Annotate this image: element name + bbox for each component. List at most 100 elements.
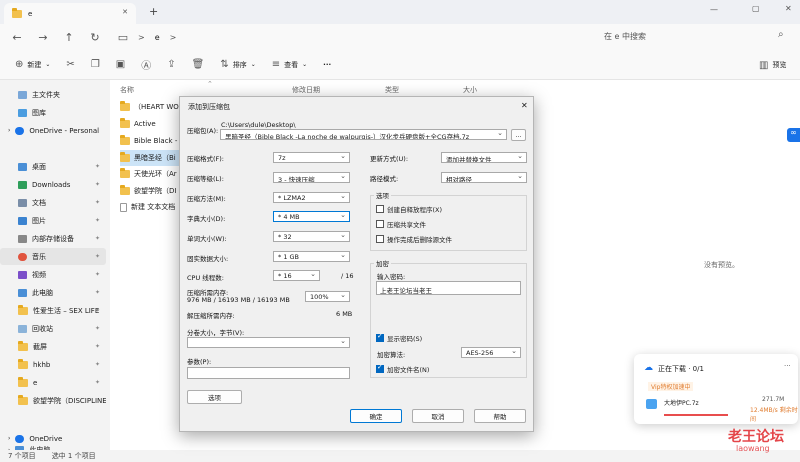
breadcrumb-e[interactable]: e — [155, 33, 160, 42]
view-button[interactable]: ≡ 查看 ⌄ — [265, 54, 314, 76]
encryption-method-select[interactable]: AES-256 — [461, 347, 521, 358]
checkbox-checked[interactable] — [376, 363, 384, 373]
sidebar-item-onedrive-personal[interactable]: › OneDrive - Personal — [0, 122, 106, 139]
pin-icon[interactable]: ✦ — [95, 343, 100, 350]
sort-button[interactable]: ⇅ 排序 ⌄ — [213, 54, 262, 76]
sidebar-item-recycle-bin[interactable]: 回收站 ✦ — [0, 320, 106, 337]
minimize-button[interactable]: — — [710, 5, 718, 14]
sidebar-item-desktop[interactable]: 桌面 ✦ — [0, 158, 106, 175]
sidebar-item-this-pc[interactable]: 此电脑 ✦ — [0, 284, 106, 301]
plus-icon: ⊕ — [15, 59, 24, 70]
chevron-right-icon[interactable]: › — [8, 435, 10, 442]
pin-icon[interactable]: ✦ — [95, 253, 100, 260]
delete-button[interactable]: 🗑 — [185, 54, 212, 76]
pin-icon[interactable]: ✦ — [95, 307, 100, 314]
column-header-type[interactable]: 类型 — [385, 85, 399, 95]
link-icon[interactable]: ∞ — [787, 128, 800, 142]
paste-button[interactable]: ▣ — [109, 54, 132, 76]
checkbox-checked[interactable] — [376, 332, 384, 342]
preview-button[interactable]: ▥ 预览 — [752, 54, 793, 76]
archive-name-field[interactable]: 黑暗圣经（Bible Black -La noche de walpurgis-… — [220, 129, 507, 140]
format-select[interactable]: 7z — [273, 152, 350, 163]
sfx-checkbox[interactable]: 创建自释放程序(X) — [376, 204, 442, 214]
checkbox-box[interactable] — [376, 235, 384, 243]
column-header-modified[interactable]: 修改日期 — [292, 85, 320, 95]
forward-arrow-icon[interactable]: → — [30, 31, 56, 44]
folder-icon — [120, 152, 130, 162]
close-window-button[interactable]: ✕ — [785, 4, 792, 13]
sidebar-item-downloads[interactable]: Downloads ✦ — [0, 176, 106, 193]
pin-icon[interactable]: ✦ — [95, 199, 100, 206]
share-button[interactable]: ⇪ — [160, 54, 182, 76]
shared-files-checkbox[interactable]: 压缩共享文件 — [376, 219, 426, 229]
maximize-button[interactable]: ▢ — [752, 4, 760, 13]
monitor-icon[interactable]: ▭ — [110, 31, 136, 44]
solid-size-select[interactable]: * 1 GB — [273, 251, 350, 262]
update-mode-select[interactable]: 添加并替换文件 — [441, 152, 527, 163]
column-header-size[interactable]: 大小 — [463, 85, 477, 95]
pin-icon[interactable]: ✦ — [95, 163, 100, 170]
path-mode-select[interactable]: 相对路径 — [441, 172, 527, 183]
more-icon[interactable]: ··· — [784, 362, 791, 370]
checkbox-box[interactable] — [376, 205, 384, 213]
decompress-memory-value: 6 MB — [336, 310, 353, 318]
breadcrumb-separator[interactable]: > — [170, 33, 177, 42]
sidebar-item-home[interactable]: 主文件夹 — [0, 86, 106, 103]
pin-icon[interactable]: ✦ — [95, 361, 100, 368]
word-size-select[interactable]: * 32 — [273, 231, 350, 242]
sidebar-item-internal-storage[interactable]: 内部存储设备 ✦ — [0, 230, 106, 247]
delete-after-checkbox[interactable]: 操作完成后删除源文件 — [376, 234, 452, 244]
parameters-input[interactable] — [187, 367, 350, 379]
tab-e[interactable]: e ✕ — [4, 3, 136, 24]
help-button[interactable]: 帮助 — [474, 409, 526, 423]
sidebar-item-hkhb[interactable]: hkhb ✦ — [0, 356, 106, 373]
copy-button[interactable]: ❐ — [84, 54, 107, 76]
encrypt-filenames-checkbox[interactable]: 加密文件名(N) — [376, 363, 429, 374]
new-tab-button[interactable]: + — [149, 5, 158, 18]
sidebar-item-folder[interactable]: 性爱生活 – SEX LIFE ✦ — [0, 302, 106, 319]
memory-percent-select[interactable]: 100% — [305, 291, 350, 302]
pin-icon[interactable]: ✦ — [95, 181, 100, 188]
sidebar-item-music[interactable]: 音乐 ✦ — [0, 248, 106, 265]
cancel-button[interactable]: 取消 — [412, 409, 464, 423]
level-select[interactable]: 3 - 快速压缩 — [273, 172, 350, 183]
dialog-close-button[interactable]: ✕ — [521, 101, 528, 110]
pin-icon[interactable]: ✦ — [95, 271, 100, 278]
pin-icon[interactable]: ✦ — [95, 325, 100, 332]
more-button[interactable]: ··· — [316, 54, 338, 76]
pin-icon[interactable]: ✦ — [95, 217, 100, 224]
dictionary-select[interactable]: * 4 MB — [273, 211, 350, 222]
refresh-icon[interactable]: ↻ — [82, 31, 108, 44]
options-button[interactable]: 选项 — [187, 390, 242, 404]
pin-icon[interactable]: ✦ — [95, 289, 100, 296]
sidebar-item-screenshots[interactable]: 截屏 ✦ — [0, 338, 106, 355]
breadcrumb-separator[interactable]: > — [138, 33, 145, 42]
sidebar-item-videos[interactable]: 视频 ✦ — [0, 266, 106, 283]
split-size-select[interactable] — [187, 337, 350, 348]
method-select[interactable]: * LZMA2 — [273, 192, 350, 203]
ok-button[interactable]: 确定 — [350, 409, 402, 423]
new-button[interactable]: ⊕ 新建 ⌄ — [8, 54, 57, 76]
pin-icon[interactable]: ✦ — [95, 235, 100, 242]
threads-select[interactable]: * 16 — [273, 270, 320, 281]
sidebar-item-pictures[interactable]: 图片 ✦ — [0, 212, 106, 229]
cut-button[interactable]: ✂ — [59, 54, 81, 76]
password-input[interactable]: 上老王论坛当老王 — [376, 281, 521, 295]
show-password-checkbox[interactable]: 显示密码(S) — [376, 332, 422, 343]
back-arrow-icon[interactable]: ← — [4, 31, 30, 44]
sidebar-item-gallery[interactable]: 图库 — [0, 104, 106, 121]
sidebar-item-onedrive[interactable]: › OneDrive — [0, 430, 106, 447]
threads-label: CPU 线程数: — [187, 274, 224, 282]
sidebar-item-documents[interactable]: 文档 ✦ — [0, 194, 106, 211]
up-arrow-icon[interactable]: ↑ — [56, 31, 82, 44]
close-tab-icon[interactable]: ✕ — [122, 8, 128, 16]
search-input[interactable]: 在 e 中搜索 — [604, 31, 646, 42]
checkbox-box[interactable] — [376, 220, 384, 228]
sidebar-item-e[interactable]: e ✦ — [0, 374, 106, 391]
column-header-name[interactable]: 名称 — [120, 85, 134, 95]
rename-button[interactable]: Ⓐ — [134, 54, 158, 76]
chevron-right-icon[interactable]: › — [8, 127, 10, 134]
pin-icon[interactable]: ✦ — [95, 379, 100, 386]
sidebar-item-discipline[interactable]: 欲望学院（DISCIPLINE — [0, 392, 106, 409]
browse-button[interactable]: ... — [511, 129, 526, 141]
